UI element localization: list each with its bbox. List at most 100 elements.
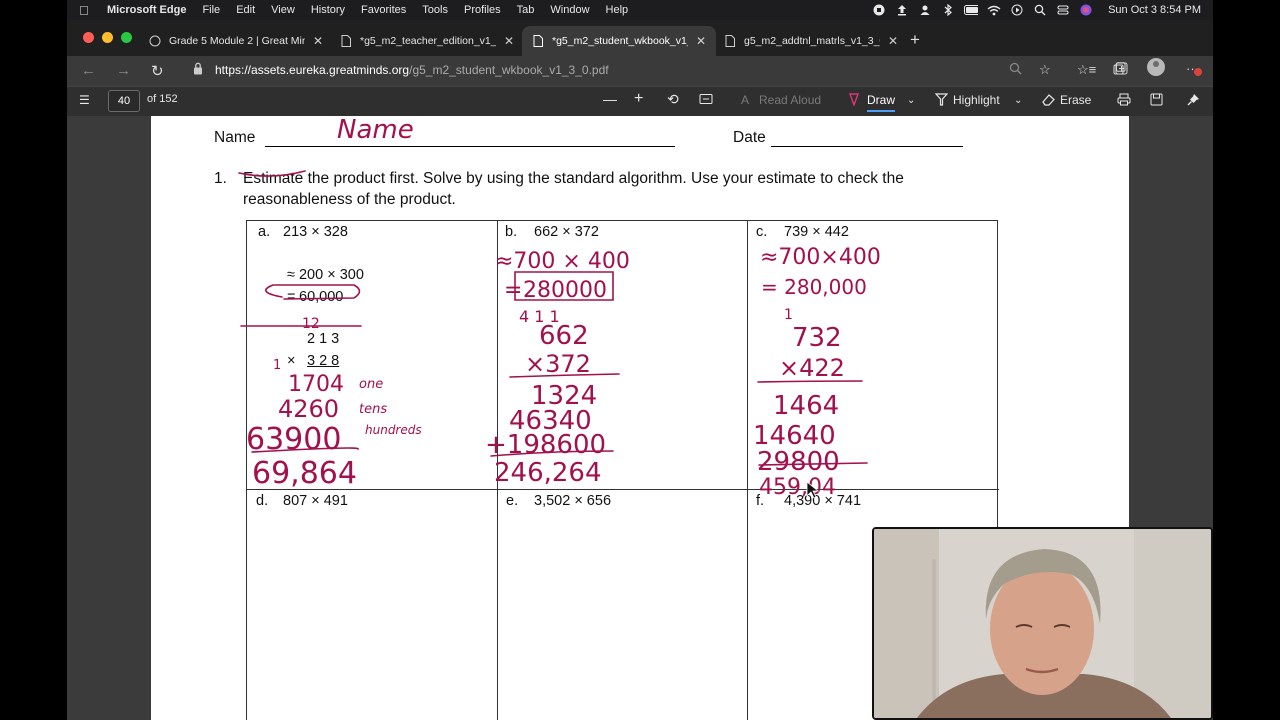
eraser-icon[interactable] — [1042, 93, 1055, 109]
spotlight-search-icon[interactable] — [1033, 4, 1047, 16]
presenter-video — [874, 529, 1211, 718]
a-partial-1: 1704 — [288, 372, 344, 397]
a-carry-1: 1 — [273, 358, 281, 373]
print-icon[interactable] — [1117, 93, 1131, 109]
apple-icon[interactable]:  — [79, 3, 99, 18]
zoom-icon[interactable] — [1009, 62, 1022, 78]
tab-great-minds[interactable]: Grade 5 Module 2 | Great Mind ✕ — [139, 26, 333, 56]
menu-help[interactable]: Help — [606, 4, 629, 16]
highlight-options-chevron-icon[interactable]: ⌄ — [1014, 95, 1022, 106]
favorites-list-icon[interactable]: ☆≡ — [1077, 62, 1096, 78]
read-aloud-icon: A — [741, 93, 750, 107]
fit-page-icon[interactable] — [699, 93, 713, 108]
read-aloud-button[interactable]: Read Aloud — [759, 93, 821, 107]
tab-teacher-edition[interactable]: *g5_m2_teacher_edition_v1_3 ✕ — [330, 26, 524, 56]
estimate-underline-stroke — [238, 170, 306, 177]
mac-menubar:  Microsoft Edge File Edit View History … — [67, 0, 1213, 20]
wifi-icon[interactable] — [987, 4, 1001, 16]
highlighter-icon[interactable] — [934, 93, 949, 109]
page-number-input[interactable]: 40 — [108, 90, 140, 112]
a-label-tens: tens — [359, 402, 387, 417]
pdf-icon — [532, 35, 544, 47]
close-window-button[interactable] — [83, 32, 94, 43]
close-tab-icon[interactable]: ✕ — [313, 34, 323, 48]
menu-history[interactable]: History — [311, 4, 345, 16]
a-carry-12: 12 — [302, 316, 320, 332]
menu-file[interactable]: File — [202, 4, 220, 16]
b-partial-3: +198600 — [485, 430, 606, 460]
zoom-out-icon[interactable]: — — [603, 91, 617, 107]
url-host: https://assets.eureka.greatminds.org — [215, 63, 410, 77]
c-partial-1: 1464 — [773, 391, 839, 421]
draw-options-chevron-icon[interactable]: ⌄ — [907, 95, 915, 106]
rotate-icon[interactable]: ⟲ — [667, 91, 679, 108]
close-tab-icon[interactable]: ✕ — [888, 34, 898, 48]
lock-icon[interactable] — [193, 62, 203, 78]
highlight-button[interactable]: Highlight — [953, 93, 1000, 107]
refresh-icon[interactable]: ↻ — [151, 62, 164, 80]
back-arrow-icon[interactable]: ← — [81, 62, 96, 79]
zoom-in-icon[interactable]: + — [634, 90, 643, 108]
close-tab-icon[interactable]: ✕ — [504, 34, 514, 48]
profile-avatar[interactable] — [1147, 58, 1165, 76]
a-product: 69,864 — [252, 456, 357, 491]
favorite-star-icon[interactable]: ☆ — [1039, 62, 1051, 78]
b-product: 246,264 — [494, 458, 602, 488]
tab-title: *g5_m2_teacher_edition_v1_3 — [360, 35, 496, 47]
draw-button[interactable]: Draw — [867, 93, 896, 112]
window-controls — [83, 32, 132, 43]
b-equals: = — [504, 278, 522, 303]
c-factor-bottom: ×422 — [779, 354, 845, 382]
user-icon[interactable] — [918, 4, 932, 16]
a-label-hundreds: hundreds — [365, 423, 422, 437]
menu-window[interactable]: Window — [550, 4, 589, 16]
draw-pen-icon[interactable] — [848, 93, 860, 109]
save-icon[interactable] — [1150, 93, 1163, 109]
siri-icon[interactable] — [1079, 4, 1093, 16]
c-partial-3: 29800 — [757, 447, 840, 477]
menubar-clock[interactable]: Sun Oct 3 8:54 PM — [1108, 4, 1201, 16]
settings-more-icon[interactable]: ··· — [1186, 61, 1202, 76]
tab-additional-materials[interactable]: g5_m2_addtnl_matrls_v1_3_0 ✕ — [714, 26, 908, 56]
forward-arrow-icon[interactable]: → — [116, 62, 131, 79]
pdf-icon — [724, 35, 736, 47]
c-carry: 1 — [784, 307, 793, 323]
menu-view[interactable]: View — [271, 4, 295, 16]
upload-icon[interactable] — [895, 4, 909, 16]
page-total: of 152 — [147, 93, 178, 105]
a-partial-2: 4260 — [278, 395, 339, 423]
tab-student-workbook[interactable]: *g5_m2_student_wkbook_v1_ ✕ — [522, 26, 717, 56]
bluetooth-icon[interactable] — [941, 4, 955, 16]
menu-tools[interactable]: Tools — [422, 4, 448, 16]
menu-favorites[interactable]: Favorites — [361, 4, 406, 16]
tab-title: Grade 5 Module 2 | Great Mind — [169, 35, 305, 47]
erase-button[interactable]: Erase — [1060, 93, 1091, 107]
pin-toolbar-icon[interactable] — [1187, 93, 1200, 109]
play-circle-icon[interactable] — [1010, 4, 1024, 16]
b-factor-top: 662 — [539, 321, 589, 351]
battery-icon[interactable] — [964, 4, 979, 16]
new-tab-plus-icon[interactable]: + — [910, 30, 920, 50]
address-bar[interactable]: https://assets.eureka.greatminds.org/g5_… — [183, 58, 1043, 84]
zoom-window-button[interactable] — [121, 32, 132, 43]
close-tab-icon[interactable]: ✕ — [696, 34, 706, 48]
url-path: /g5_m2_student_wkbook_v1_3_0.pdf — [409, 63, 609, 77]
menu-profiles[interactable]: Profiles — [464, 4, 501, 16]
c-factor-top: 732 — [792, 323, 842, 353]
status-area: Sun Oct 3 8:54 PM — [872, 0, 1201, 20]
table-of-contents-icon[interactable]: ☰ — [79, 93, 90, 107]
page-icon — [149, 35, 161, 47]
b-factor-bottom: ×372 — [525, 350, 591, 378]
menu-edit[interactable]: Edit — [236, 4, 255, 16]
tab-title: *g5_m2_student_wkbook_v1_ — [552, 35, 688, 47]
menu-app-name[interactable]: Microsoft Edge — [107, 4, 186, 16]
handwritten-name: Name — [337, 116, 414, 145]
menu-tab[interactable]: Tab — [517, 4, 535, 16]
minimize-window-button[interactable] — [102, 32, 113, 43]
url-text[interactable]: https://assets.eureka.greatminds.org/g5_… — [215, 63, 609, 77]
record-icon[interactable] — [872, 4, 886, 16]
a-partial-3: 63900 — [246, 422, 341, 457]
browser-extension-icon[interactable] — [1115, 62, 1128, 80]
control-center-icon[interactable] — [1056, 4, 1070, 16]
c-estimate: ≈700×400 — [760, 245, 881, 270]
